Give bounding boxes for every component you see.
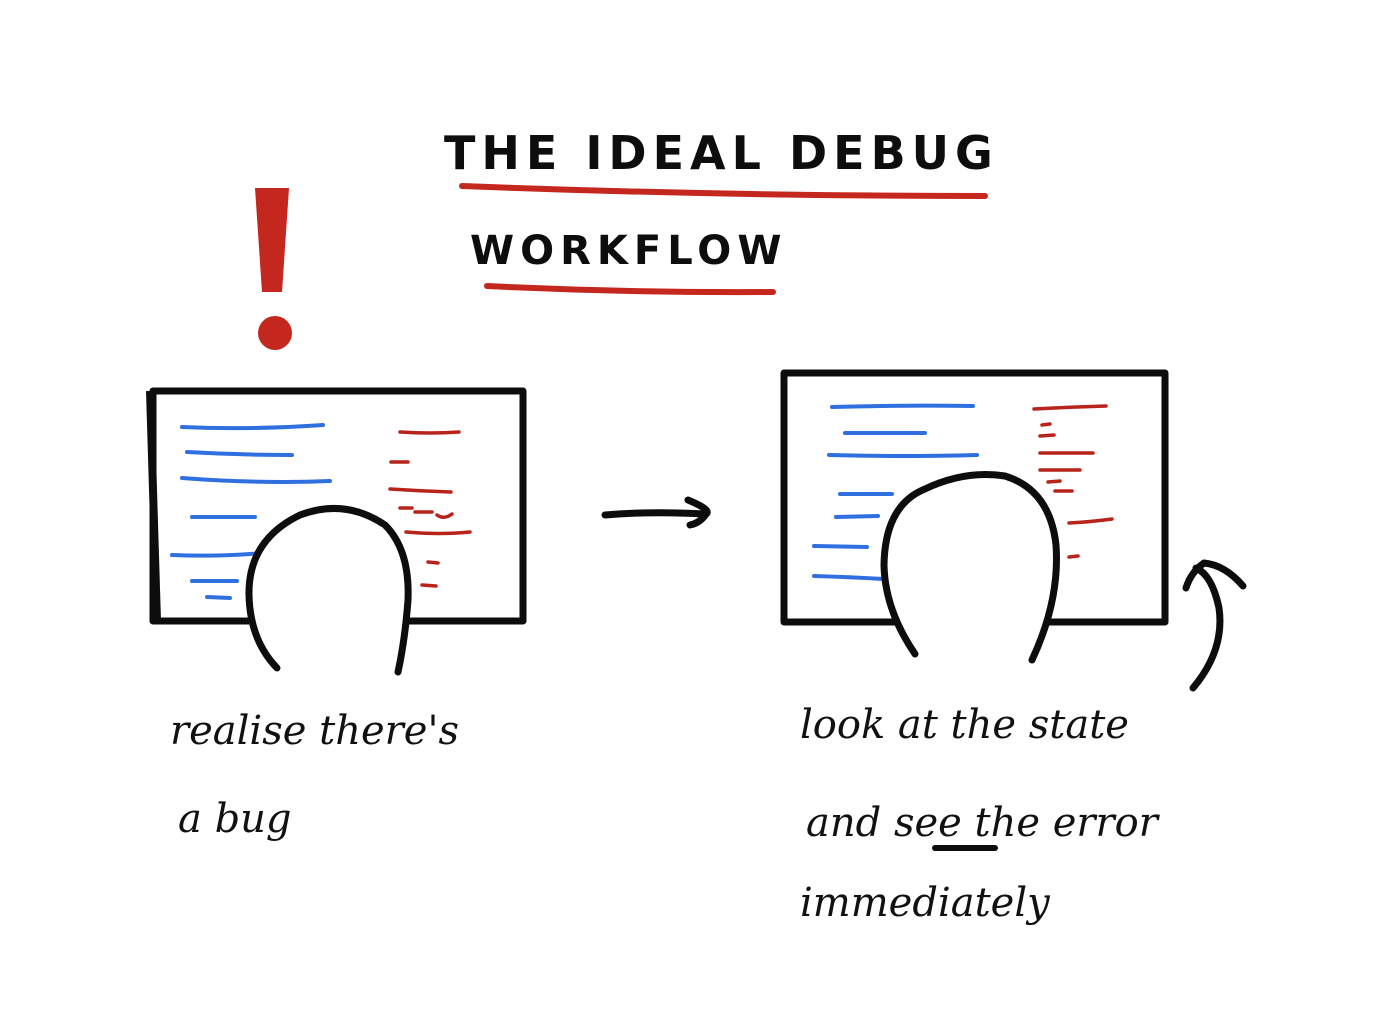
title-underline-1 xyxy=(459,183,988,199)
right-caption-and: and xyxy=(806,800,894,846)
right-caption-see: see xyxy=(893,800,962,846)
right-arrow-icon xyxy=(601,496,711,529)
title-underline-2 xyxy=(484,283,776,296)
left-caption-line1: realise there's xyxy=(170,708,459,754)
exclamation-mark-icon xyxy=(255,188,292,350)
right-head-silhouette xyxy=(884,474,1057,660)
page-title-line2: WORKFLOW xyxy=(470,228,788,274)
page-title-line1: THE IDEAL DEBUG xyxy=(444,126,999,180)
curved-up-arrow-icon xyxy=(1182,559,1247,692)
right-screen xyxy=(780,369,1169,664)
left-caption-line2: a bug xyxy=(178,796,292,842)
right-caption-line1: look at the state xyxy=(800,702,1129,748)
left-screen xyxy=(146,387,527,676)
right-caption-line3: immediately xyxy=(800,880,1050,926)
right-caption-the-error: the error xyxy=(961,800,1158,846)
right-caption-line2: and see the error xyxy=(806,800,1158,846)
